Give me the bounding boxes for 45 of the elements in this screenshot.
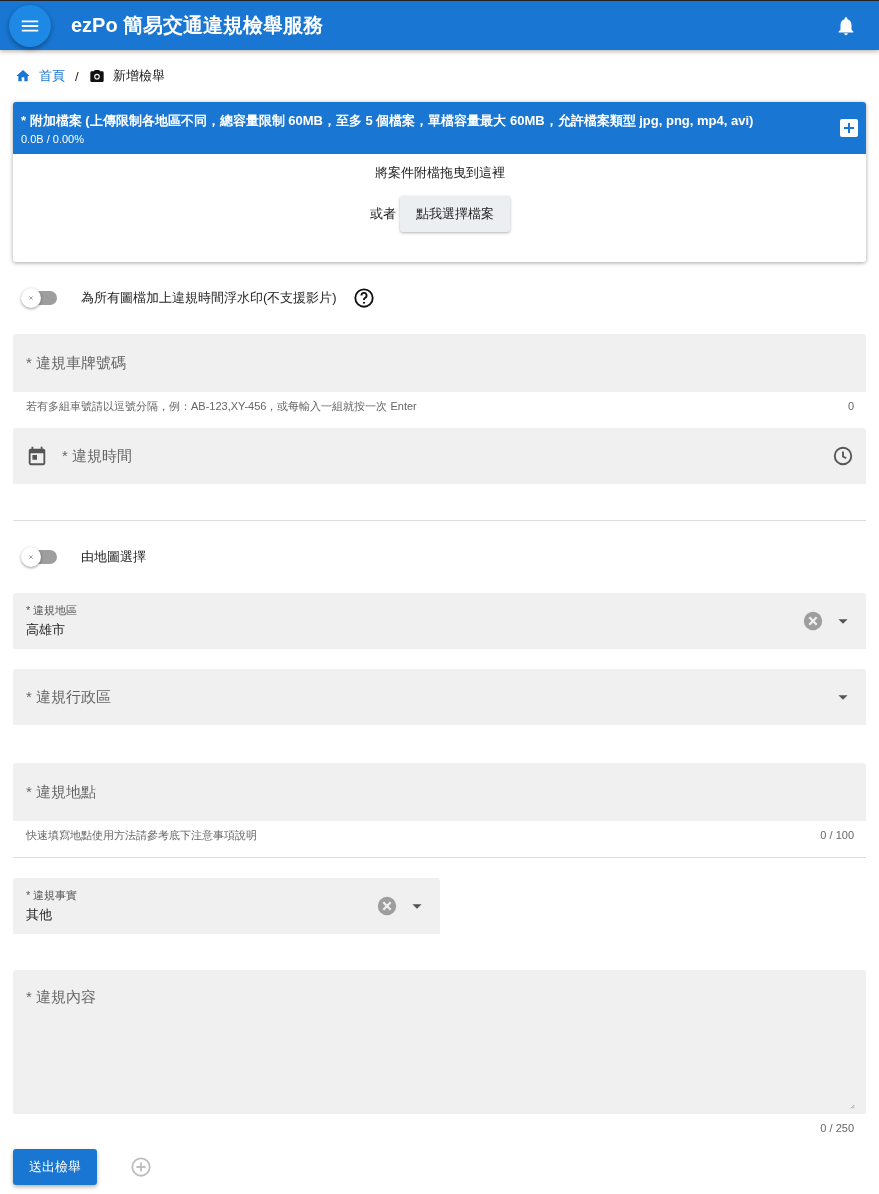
breadcrumb-link[interactable]: 首頁 (39, 67, 65, 85)
select-field[interactable]: * 違規地區 高雄市 (13, 593, 866, 649)
field-label: * 違規行政區 (26, 687, 112, 707)
calendar-icon (26, 445, 48, 467)
hint-text: 快速填寫地點使用方法請參考底下注意事項說明 (26, 827, 257, 843)
toggle-label: 由地圖選擇 (81, 548, 146, 566)
x-icon (27, 294, 35, 302)
field-label: * 違規時間 (62, 446, 133, 466)
field-label: * 違規事實 (26, 888, 79, 903)
or-label: 或者 (369, 205, 396, 223)
toggle-label: 為所有圖檔加上違規時間浮水印(不支援影片) (81, 289, 337, 307)
input-field[interactable]: * 違規時間 (13, 428, 866, 484)
toggle-switch[interactable] (23, 550, 57, 564)
menu-button[interactable] (9, 4, 51, 47)
clear-icon[interactable] (376, 895, 398, 917)
field-value: 其他 (26, 906, 53, 924)
select-field[interactable]: * 違規行政區 (13, 669, 866, 725)
character-counter: 0 / 100 (820, 829, 854, 841)
hint-text: 若有多組車號請以逗號分隔，例：AB-123,XY-456，或每輸入一組就按一次 Enter (26, 398, 417, 414)
app-title: ezPo 簡易交通違規檢舉服務 (71, 13, 324, 38)
character-counter: 0 (847, 400, 854, 412)
submit-button[interactable]: 送出檢舉 (13, 1149, 97, 1185)
field-value: 高雄市 (26, 621, 66, 639)
field-label: * 違規車牌號碼 (26, 353, 127, 373)
add-file-icon[interactable] (839, 118, 859, 138)
input-field[interactable]: * 違規地點 (13, 763, 866, 821)
toggle-switch[interactable] (23, 291, 57, 305)
clock-icon[interactable] (832, 445, 854, 467)
character-counter: 0 / 250 (820, 1122, 854, 1134)
breadcrumb-current: 新增檢舉 (112, 67, 165, 85)
x-icon (27, 553, 35, 561)
breadcrumb-separator: / (75, 68, 79, 84)
input-field[interactable]: * 違規車牌號碼 (13, 334, 866, 392)
clear-icon[interactable] (802, 610, 824, 632)
field-label: * 違規內容 (26, 988, 97, 1007)
help-icon[interactable] (352, 287, 375, 309)
upload-title: * 附加檔案 (上傳限制各地區不同，總容量限制 60MB，至多 5 個檔案，單檔容量最大 60MB，允許檔案類型 jpg, png, mp4, avi) (21, 111, 755, 130)
camera-icon (88, 68, 105, 84)
field-label: * 違規地點 (26, 782, 97, 802)
drop-hint: 將案件附檔拖曳到這裡 (374, 164, 505, 182)
home-icon (15, 68, 31, 84)
field-label: * 違規地區 (26, 603, 79, 618)
text-area[interactable]: * 違規內容 (13, 970, 866, 1114)
choose-file-button[interactable]: 點我選擇檔案 (399, 196, 510, 232)
select-field[interactable]: * 違規事實 其他 (13, 878, 440, 934)
